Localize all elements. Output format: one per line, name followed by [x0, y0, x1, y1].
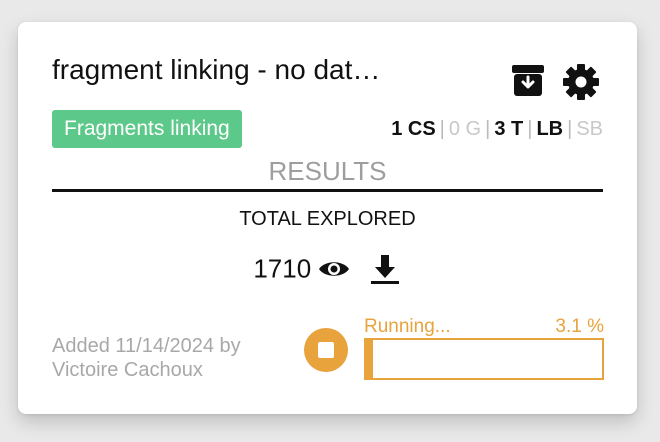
total-explored-label: TOTAL EXPLORED	[239, 208, 416, 230]
flag-item: 0 G	[448, 118, 482, 140]
run-card: fragment linking - no dat… Fragments lin…	[18, 22, 637, 414]
flag-separator: |	[567, 118, 573, 140]
flag-separator: |	[439, 118, 445, 140]
results-divider	[52, 189, 603, 192]
progress-status: Running...	[364, 316, 451, 337]
gear-icon[interactable]	[561, 62, 601, 102]
total-explored-row: 1710	[18, 252, 637, 288]
progress-percent: 3.1 %	[555, 316, 604, 337]
progress-bar	[364, 338, 604, 380]
card-title: fragment linking - no dat…	[52, 54, 381, 85]
flag-separator: |	[527, 118, 533, 140]
total-explored-value: 1710	[253, 253, 312, 284]
flag-item: SB	[576, 118, 603, 140]
results-heading: RESULTS	[268, 156, 387, 186]
stop-icon	[304, 328, 348, 372]
progress-fill	[366, 340, 374, 378]
run-flags: 1 CS | 0 G | 3 T | LB | SB	[391, 118, 603, 141]
added-by-text: Added 11/14/2024 by Victoire Cachoux	[52, 335, 241, 381]
flag-item: 3 T	[494, 118, 524, 140]
flag-separator: |	[485, 118, 491, 140]
progress-header: Running... 3.1 %	[364, 316, 604, 338]
type-badge: Fragments linking	[52, 110, 242, 148]
flag-item: 1 CS	[391, 118, 436, 140]
stop-button[interactable]	[304, 328, 348, 372]
archive-download-icon[interactable]	[510, 62, 546, 98]
download-icon[interactable]	[368, 252, 402, 286]
eye-icon[interactable]	[318, 258, 350, 280]
flag-item: LB	[536, 118, 564, 140]
